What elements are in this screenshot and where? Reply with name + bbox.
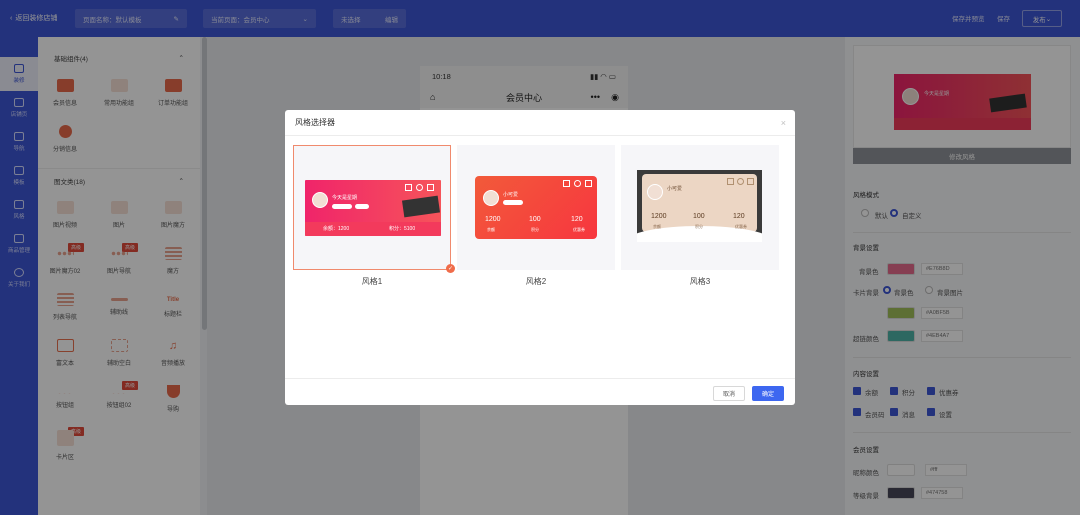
- avatar: [312, 192, 328, 208]
- gear-icon: [416, 184, 423, 191]
- style-option-1[interactable]: 今天是星期 余额：1200 积分：5100: [293, 145, 451, 270]
- member-card-graphic: [401, 195, 441, 218]
- modal-title: 风格选择器: [295, 118, 335, 127]
- style-1-card: 今天是星期 余额：1200 积分：5100: [305, 180, 441, 236]
- style-2-card: 小可爱 1200 100 120 余额 积分 优惠券: [475, 176, 597, 239]
- level-badge: [332, 204, 352, 209]
- style-option-2[interactable]: 小可爱 1200 100 120 余额 积分 优惠券: [457, 145, 615, 270]
- modal-header: 风格选择器 ×: [285, 110, 795, 136]
- message-icon: [585, 180, 592, 187]
- message-icon: [747, 178, 754, 185]
- gear-icon: [737, 178, 744, 185]
- member-badge: [355, 204, 369, 209]
- avatar: [483, 190, 499, 206]
- qr-icon: [405, 184, 412, 191]
- gear-icon: [574, 180, 581, 187]
- confirm-button[interactable]: 确定: [752, 386, 784, 401]
- cancel-button[interactable]: 取消: [713, 386, 745, 401]
- selected-check-icon: ✓: [446, 264, 455, 273]
- style-option-3[interactable]: 小可爱 1200 100 120 余额 积分 优惠券: [621, 145, 779, 270]
- level-badge: [503, 200, 523, 205]
- qr-icon: [727, 178, 734, 185]
- message-icon: [427, 184, 434, 191]
- close-icon[interactable]: ×: [781, 118, 786, 128]
- avatar: [647, 184, 663, 200]
- style-3-card: 小可爱 1200 100 120 余额 积分 优惠券: [637, 170, 762, 242]
- qr-icon: [563, 180, 570, 187]
- style-picker-modal: 风格选择器 × 今天是星期 余额：1200 积分：5100 风格1 ✓ 小可爱: [285, 110, 795, 405]
